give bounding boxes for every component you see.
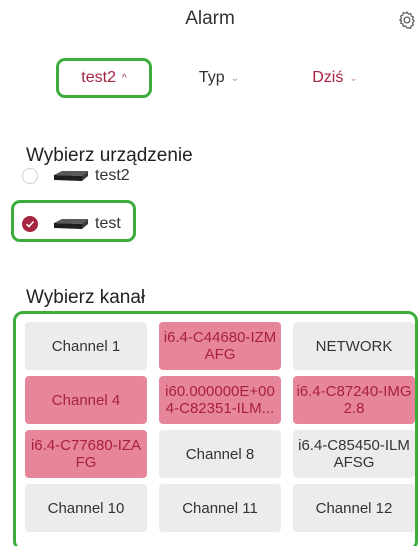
device-filter-label: test2 bbox=[81, 69, 116, 86]
device-filter[interactable]: test2 ^ bbox=[56, 58, 152, 98]
type-filter-label: Typ bbox=[198, 69, 225, 86]
recorder-device-icon bbox=[54, 171, 88, 181]
selection-highlight bbox=[13, 311, 418, 546]
gear-icon[interactable] bbox=[397, 10, 417, 30]
channel-section-title: Wybierz kanał bbox=[26, 287, 146, 308]
chevron-down-icon: ⌄ bbox=[230, 72, 240, 84]
filter-bar: test2 ^ Typ ⌄ Dziś ⌄ bbox=[0, 58, 420, 98]
selection-highlight bbox=[11, 200, 136, 242]
page-title: Alarm bbox=[185, 8, 235, 29]
date-filter[interactable]: Dziś ⌄ bbox=[300, 58, 370, 98]
device-option[interactable]: test2 bbox=[22, 160, 130, 192]
device-name: test2 bbox=[95, 167, 130, 184]
radio-button[interactable] bbox=[22, 168, 38, 184]
chevron-up-icon: ^ bbox=[121, 72, 127, 84]
chevron-down-icon: ⌄ bbox=[349, 72, 358, 84]
type-filter[interactable]: Typ ⌄ bbox=[184, 58, 254, 98]
date-filter-label: Dziś bbox=[312, 69, 344, 86]
